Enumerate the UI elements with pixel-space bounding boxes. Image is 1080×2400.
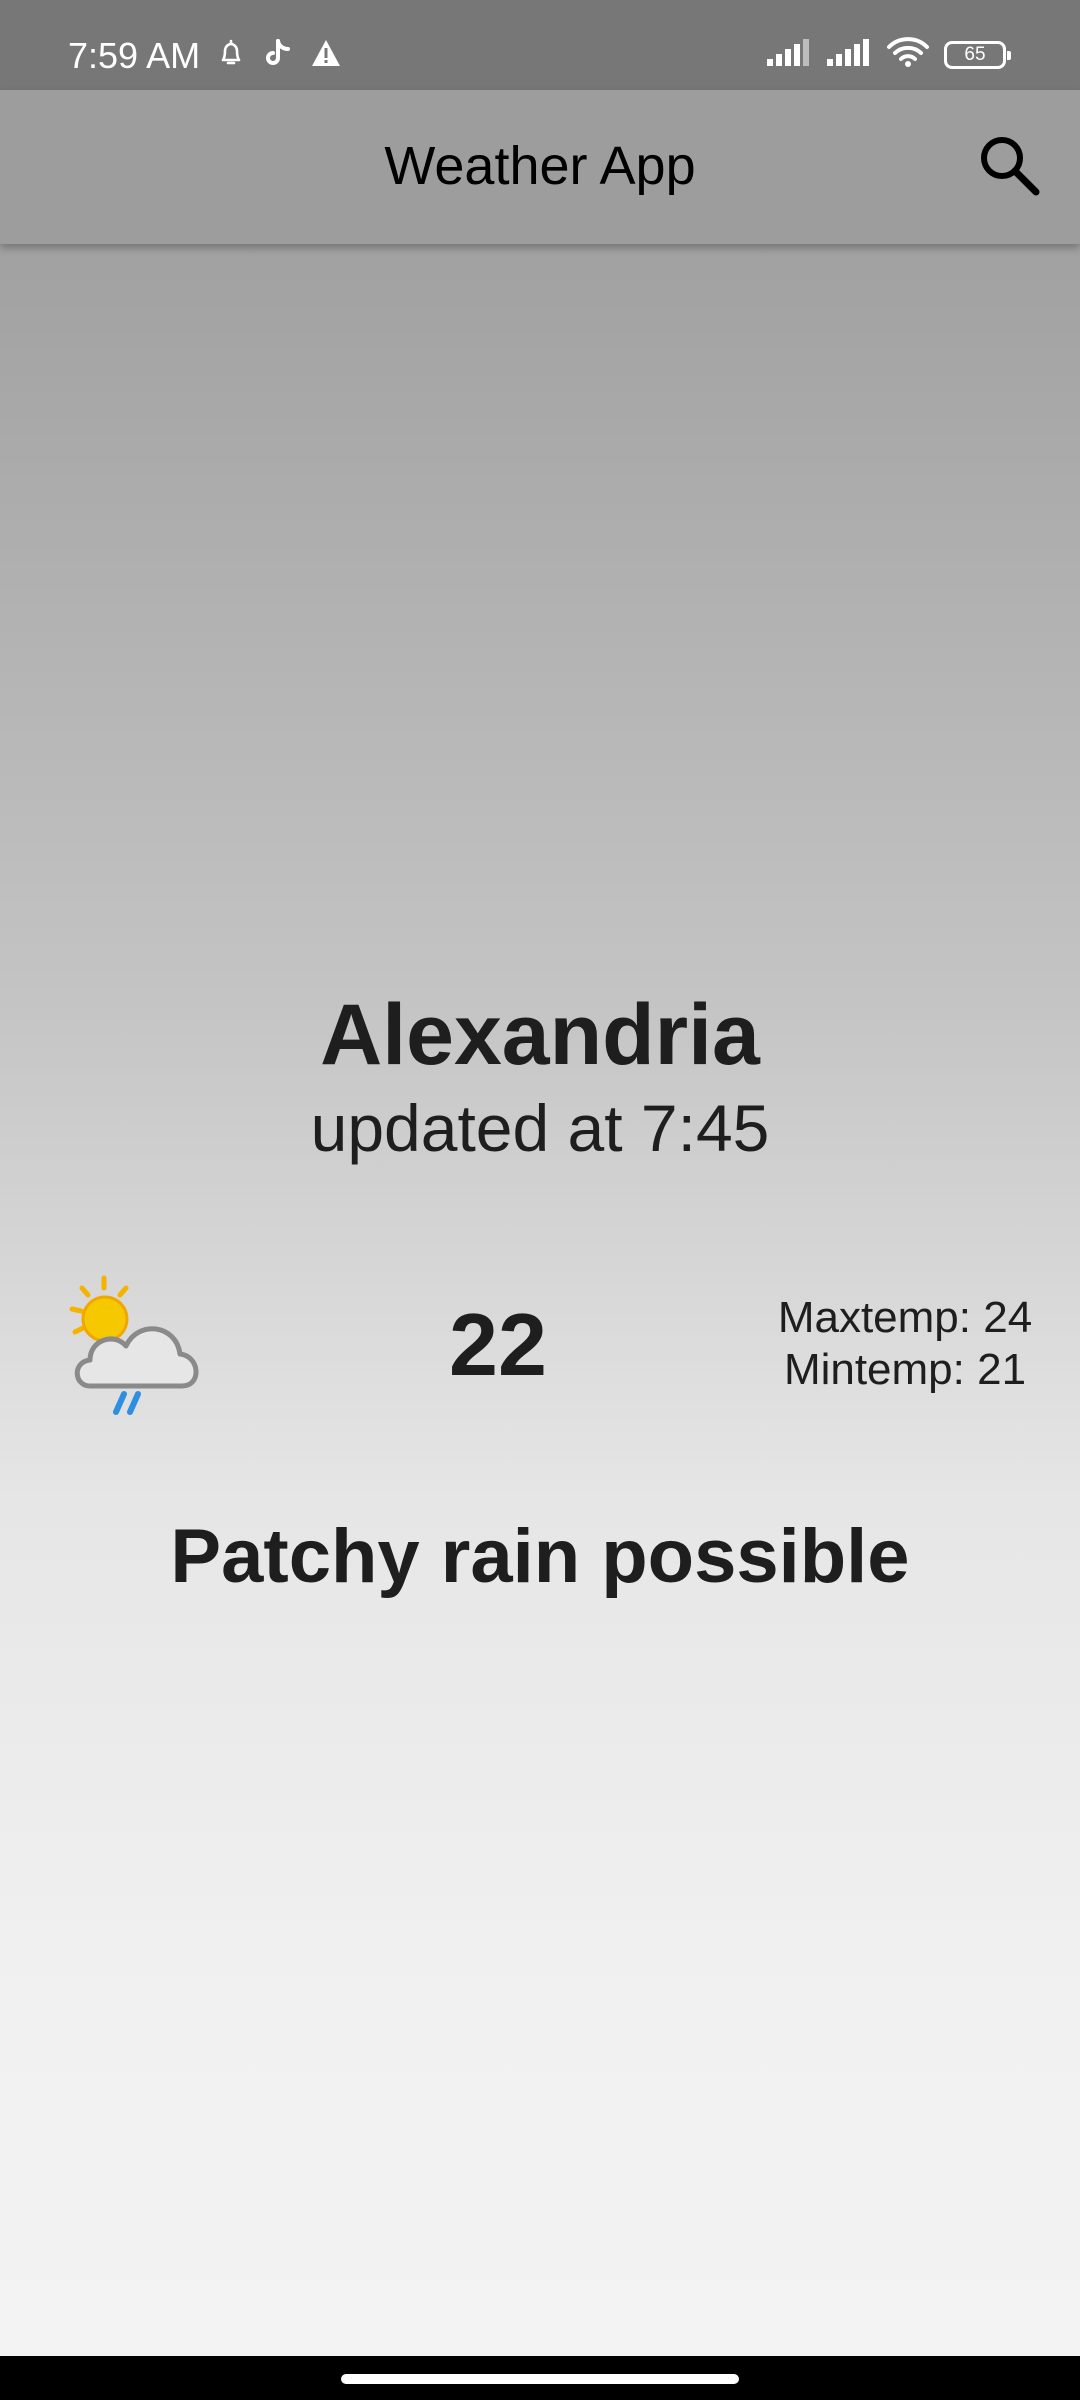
navigation-bar <box>0 2356 1080 2400</box>
system-icons: 65 <box>766 36 1011 73</box>
signal-icon <box>826 37 872 72</box>
min-max-temperature: Maxtemp: 24 Mintemp: 21 <box>770 1292 1040 1396</box>
battery-icon: 65 <box>944 40 1011 69</box>
search-icon <box>976 132 1042 203</box>
app-title: Weather App <box>384 136 696 196</box>
city-name: Alexandria <box>320 987 760 1083</box>
current-temperature: 22 <box>449 1295 547 1394</box>
app-bar: Weather App <box>0 90 1080 244</box>
notification-icons <box>216 38 342 73</box>
min-temperature: Mintemp: 21 <box>783 1345 1027 1394</box>
updated-time: updated at 7:45 <box>310 1091 770 1165</box>
max-temperature: Maxtemp: 24 <box>777 1293 1033 1342</box>
warning-icon <box>310 38 342 73</box>
home-indicator[interactable] <box>341 2374 739 2384</box>
wifi-icon <box>886 36 930 73</box>
search-button[interactable] <box>972 130 1046 204</box>
weather-condition: Patchy rain possible <box>170 1514 910 1599</box>
status-time: 7:59 AM <box>68 35 201 76</box>
battery-level: 65 <box>964 43 986 65</box>
alarm-icon <box>216 38 246 73</box>
signal-icon <box>766 37 812 72</box>
partly-cloudy-rain-icon <box>52 1274 212 1424</box>
status-bar: 7:59 AM 65 <box>0 0 1080 90</box>
tiktok-icon <box>264 38 292 73</box>
